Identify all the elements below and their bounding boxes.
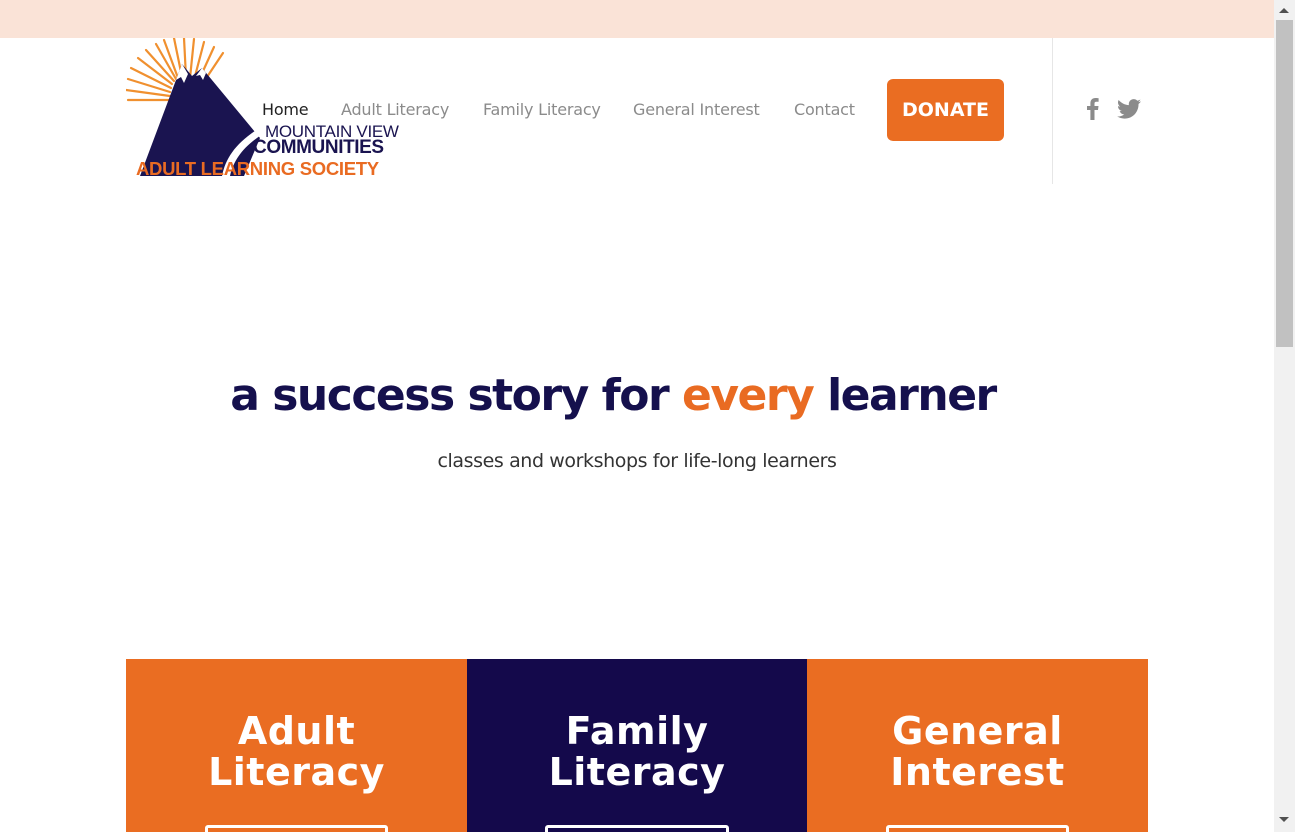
hero-title: a success story for every learner [0,370,1226,421]
card-title-line1: General [892,709,1063,753]
hero-title-end: learner [813,370,997,421]
card-title-line2: Literacy [548,750,726,794]
hero-title-start: a success story for [230,370,682,421]
nav-item-family-literacy[interactable]: Family Literacy [483,100,601,119]
logo-text-adult-learning-society: ADULT LEARNING SOCIETY [136,158,379,179]
card-title: General Interest [807,711,1148,793]
card-title-line1: Family [565,709,709,753]
card-button[interactable] [205,825,388,832]
card-title-line1: Adult [237,709,356,753]
logo-mountain-sun-icon [126,38,266,176]
card-title: Adult Literacy [126,711,467,793]
header-divider [1052,38,1053,184]
nav-item-adult-literacy[interactable]: Adult Literacy [341,100,449,119]
nav-item-contact[interactable]: Contact [794,100,855,119]
card-title-line2: Literacy [208,750,385,794]
scroll-down-icon[interactable] [1279,817,1289,822]
nav-item-home[interactable]: Home [262,100,309,119]
card-button[interactable] [886,825,1069,832]
card-title-line2: Interest [890,750,1065,794]
card-family-literacy[interactable]: Family Literacy [467,659,807,832]
scroll-up-icon[interactable] [1279,8,1289,13]
card-button[interactable] [545,825,729,832]
top-bar [0,0,1274,38]
donate-button[interactable]: DONATE [887,79,1004,141]
nav-item-general-interest[interactable]: General Interest [633,100,760,119]
hero-title-accent: every [682,370,815,421]
card-general-interest[interactable]: General Interest [807,659,1148,832]
card-adult-literacy[interactable]: Adult Literacy [126,659,467,832]
twitter-icon[interactable] [1116,97,1142,121]
facebook-icon[interactable] [1082,97,1102,121]
page-scrollbar[interactable] [1274,0,1295,832]
logo-text-communities: COMMUNITIES [253,137,384,158]
card-title: Family Literacy [467,711,807,793]
scrollbar-thumb[interactable] [1276,20,1293,347]
hero-subtitle: classes and workshops for life-long lear… [437,450,837,472]
